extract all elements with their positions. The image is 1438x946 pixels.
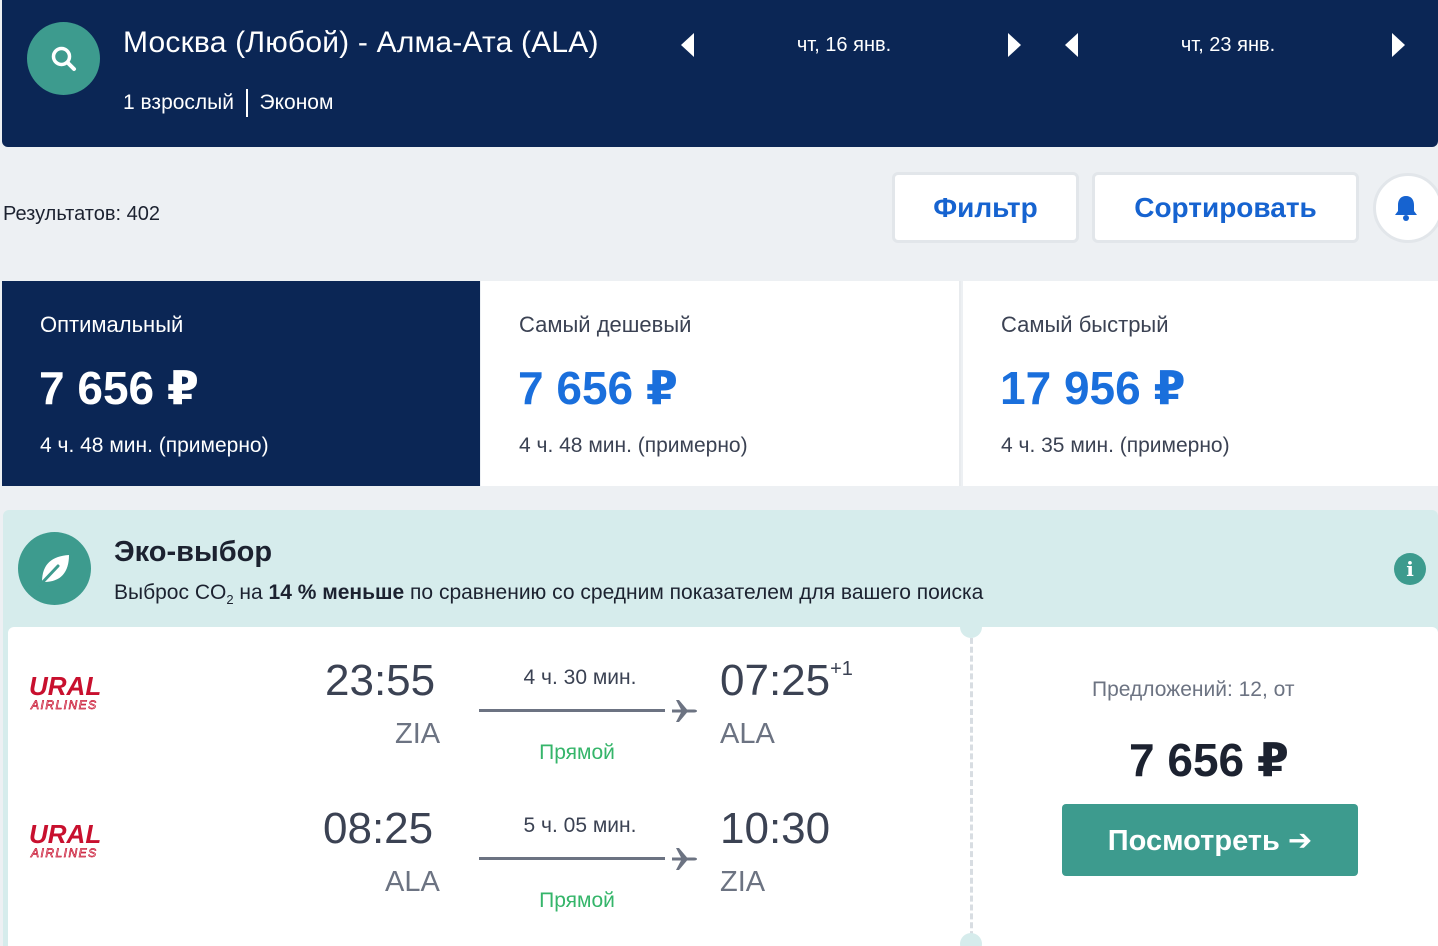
eco-title: Эко-выбор xyxy=(114,536,273,568)
view-offer-button[interactable]: Посмотреть ➔ xyxy=(1062,804,1358,876)
flight-duration: 4 ч. 30 мин. xyxy=(523,666,637,689)
return-date-prev-button[interactable] xyxy=(1057,30,1087,60)
search-header: Москва (Любой) - Алма-Ата (ALA) 1 взросл… xyxy=(2,0,1438,147)
airline-logo-text: URAL xyxy=(29,673,101,701)
airline-logo: URAL AIRLINES xyxy=(27,671,139,718)
arrival-time: 07:25+1 xyxy=(720,656,853,706)
info-icon[interactable]: i xyxy=(1394,553,1426,585)
airline-logo-subtext: AIRLINES xyxy=(30,846,98,860)
price-alert-button[interactable] xyxy=(1373,173,1438,243)
eco-text-part: по сравнению со средним показателем для … xyxy=(404,581,984,604)
ticket-notch xyxy=(960,616,982,638)
tab-fastest[interactable]: Самый быстрый 17 956 ₽ 4 ч. 35 мин. (при… xyxy=(963,281,1438,486)
arrival-airport: ZIA xyxy=(720,866,766,898)
tab-price: 7 656 ₽ xyxy=(518,362,678,414)
leaf-icon xyxy=(38,554,69,586)
tab-price: 17 956 ₽ xyxy=(1000,362,1186,414)
eco-text-part: на xyxy=(233,581,269,604)
depart-date-prev-button[interactable] xyxy=(673,30,703,60)
tab-duration: 4 ч. 48 мин. (примерно) xyxy=(519,434,748,457)
bell-icon xyxy=(1395,196,1417,221)
flight-line xyxy=(479,709,665,712)
ticket-notch xyxy=(960,933,982,946)
route-title[interactable]: Москва (Любой) - Алма-Ата (ALA) xyxy=(123,26,599,60)
caret-left-icon xyxy=(1065,33,1078,57)
sort-button[interactable]: Сортировать xyxy=(1092,172,1359,243)
departure-time: 08:25 xyxy=(323,804,434,853)
tab-optimal[interactable]: Оптимальный 7 656 ₽ 4 ч. 48 мин. (пример… xyxy=(2,281,480,486)
departure-time: 23:55 xyxy=(325,656,436,705)
flight-line xyxy=(479,857,665,860)
tab-label: Оптимальный xyxy=(40,312,184,337)
cabin-class: Эконом xyxy=(259,91,334,114)
arrival-airport: ALA xyxy=(720,718,775,750)
airline-logo: URAL AIRLINES xyxy=(27,819,139,866)
eco-description: Выброс CO2 на 14 % меньше по сравнению с… xyxy=(114,581,983,607)
search-icon xyxy=(51,46,76,71)
arrival-time-value: 10:30 xyxy=(720,804,831,853)
eco-text-part: Выброс CO xyxy=(114,581,227,604)
airline-logo-subtext: AIRLINES xyxy=(30,698,98,712)
return-date-next-button[interactable] xyxy=(1383,30,1413,60)
depart-date-next-button[interactable] xyxy=(999,30,1029,60)
eco-subscript: 2 xyxy=(226,592,234,608)
tab-price: 7 656 ₽ xyxy=(39,362,199,414)
stops-label: Прямой xyxy=(539,741,615,764)
tab-cheapest[interactable]: Самый дешевый 7 656 ₽ 4 ч. 48 мин. (прим… xyxy=(481,281,961,486)
departure-airport: ZIA xyxy=(395,718,441,750)
airline-logo-text: URAL xyxy=(29,821,101,849)
card-divider xyxy=(970,629,973,946)
stops-label: Прямой xyxy=(539,889,615,912)
passengers-count: 1 взрослый xyxy=(123,91,234,114)
search-button[interactable] xyxy=(27,22,100,95)
departure-airport: ALA xyxy=(385,866,440,898)
return-date[interactable]: чт, 23 янв. xyxy=(1138,34,1318,57)
passenger-cabin-info[interactable]: 1 взрослый Эконом xyxy=(123,89,333,117)
eco-badge xyxy=(18,532,91,605)
depart-date[interactable]: чт, 16 янв. xyxy=(754,34,934,57)
tab-label: Самый дешевый xyxy=(519,312,692,337)
caret-right-icon xyxy=(1392,33,1405,57)
arrival-time-value: 07:25 xyxy=(720,656,831,705)
results-count: Результатов: 402 xyxy=(3,203,160,225)
arrival-time: 10:30 xyxy=(720,804,830,854)
tab-duration: 4 ч. 48 мин. (примерно) xyxy=(40,434,269,457)
caret-right-icon xyxy=(1008,33,1021,57)
filter-button[interactable]: Фильтр xyxy=(892,172,1079,243)
tab-label: Самый быстрый xyxy=(1001,312,1169,337)
caret-left-icon xyxy=(681,33,694,57)
tab-duration: 4 ч. 35 мин. (примерно) xyxy=(1001,434,1230,457)
divider xyxy=(246,89,248,117)
offers-count: Предложений: 12, от xyxy=(1092,678,1295,701)
eco-highlight: 14 % меньше xyxy=(268,581,405,604)
next-day-indicator: +1 xyxy=(830,658,853,680)
plane-icon xyxy=(672,848,697,870)
plane-icon xyxy=(672,700,697,722)
flight-price: 7 656 ₽ xyxy=(1129,734,1289,786)
flight-duration: 5 ч. 05 мин. xyxy=(523,814,637,837)
